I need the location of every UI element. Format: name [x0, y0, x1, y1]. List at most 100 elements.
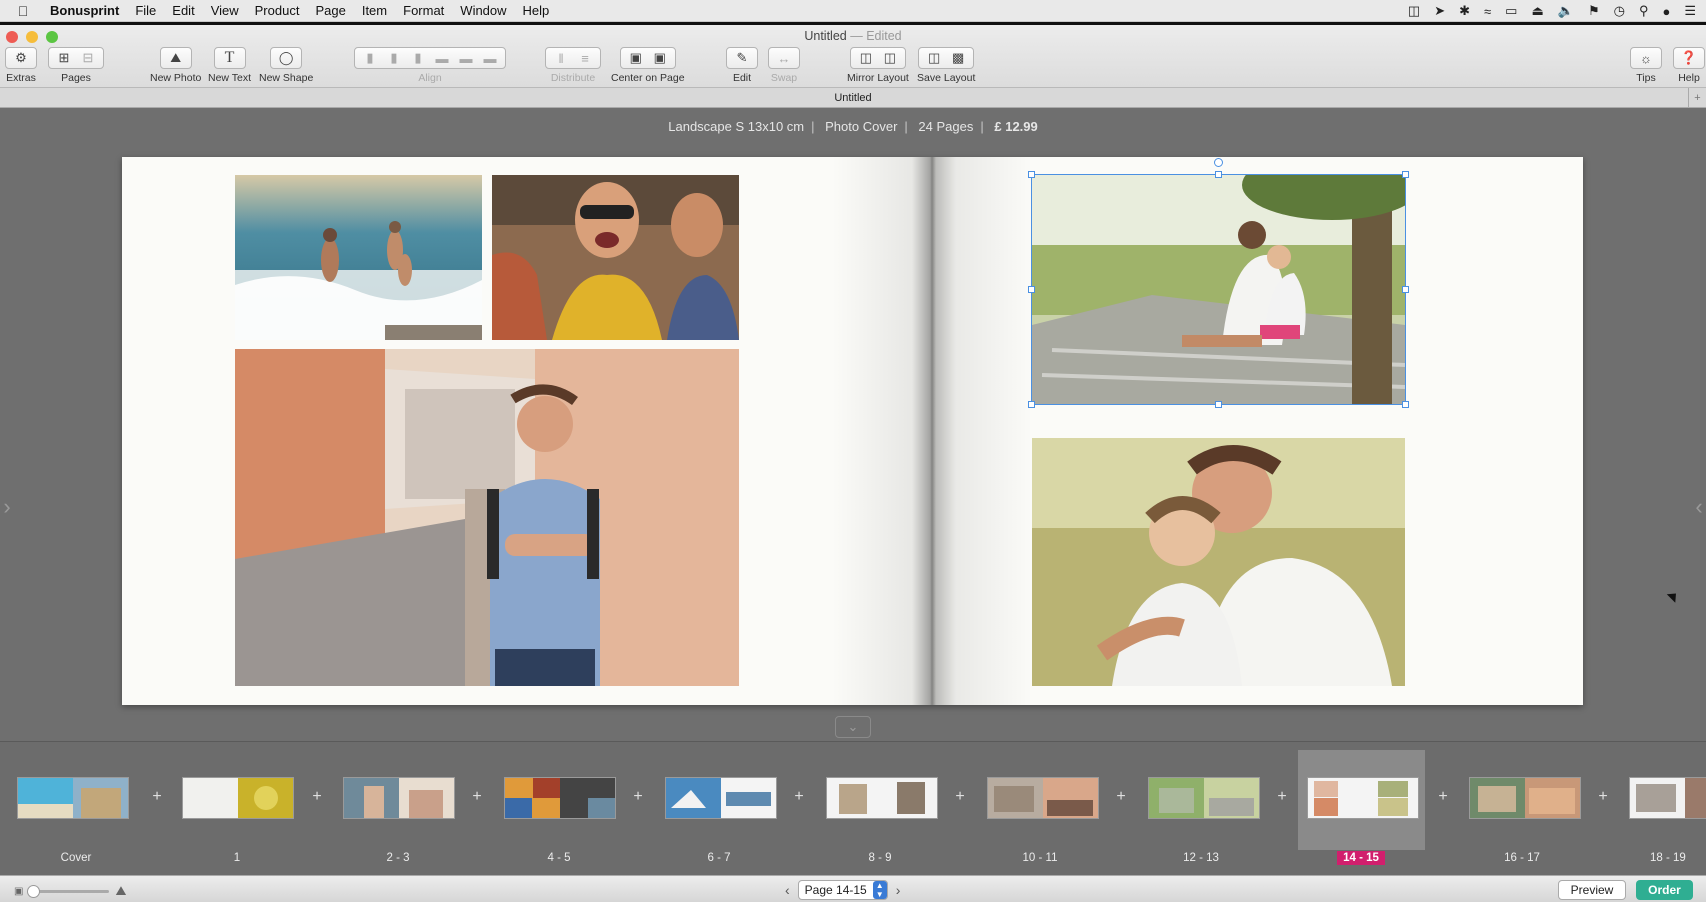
resize-handle-top-right[interactable]: [1402, 171, 1409, 178]
insert-page-button[interactable]: +: [470, 788, 484, 806]
screens-icon[interactable]: ◫: [1408, 3, 1420, 19]
photo-selfie-friends[interactable]: [492, 175, 739, 340]
align-center-icon[interactable]: ▮: [383, 49, 405, 67]
extras-tool[interactable]: ⚙ Extras: [5, 47, 37, 84]
edit-tool[interactable]: ✎ Edit: [726, 47, 758, 84]
thumbnail-pages-18-19[interactable]: [1629, 777, 1706, 819]
remove-page-icon[interactable]: ⊟: [77, 49, 99, 67]
order-button[interactable]: Order: [1636, 880, 1693, 900]
notification-center-icon[interactable]: ☰: [1684, 3, 1696, 19]
thumbnail-pages-4-5[interactable]: [504, 777, 616, 819]
menu-app[interactable]: Bonusprint: [42, 3, 127, 18]
photo-beach-kids[interactable]: [235, 175, 482, 340]
insert-page-button[interactable]: +: [1275, 788, 1289, 806]
insert-page-button[interactable]: +: [1114, 788, 1128, 806]
save-layout-icon[interactable]: ▩: [947, 49, 969, 67]
resize-handle-right[interactable]: [1402, 286, 1409, 293]
resize-handle-bottom[interactable]: [1215, 401, 1222, 408]
thumbnail-pages-2-3[interactable]: [343, 777, 455, 819]
photo-man-street[interactable]: [235, 349, 739, 686]
thumbnail-page-1[interactable]: [182, 777, 294, 819]
align-tool[interactable]: ▮ ▮ ▮ ▬ ▬ ▬ Align: [354, 47, 506, 84]
align-bottom-icon[interactable]: ▬: [479, 49, 501, 67]
flag-icon[interactable]: ⚑: [1588, 3, 1600, 19]
thumbnail-pages-16-17[interactable]: [1469, 777, 1581, 819]
insert-page-button[interactable]: +: [310, 788, 324, 806]
center-vertical-icon[interactable]: ▣: [649, 49, 671, 67]
zoom-slider[interactable]: [27, 884, 110, 898]
wifi-icon[interactable]: ≈: [1484, 4, 1491, 19]
new-tab-button[interactable]: +: [1688, 88, 1706, 108]
page-stepper-icon[interactable]: ▲ ▼: [872, 881, 887, 899]
preview-button[interactable]: Preview: [1558, 880, 1626, 900]
page-select[interactable]: Page 14-15 ▲ ▼: [797, 880, 888, 900]
zoom-slider-knob[interactable]: [27, 884, 41, 898]
insert-page-button[interactable]: +: [150, 788, 164, 806]
bluetooth-icon[interactable]: ✱: [1459, 3, 1470, 19]
selection-frame[interactable]: [1031, 174, 1406, 405]
menu-window[interactable]: Window: [452, 3, 514, 18]
insert-page-button[interactable]: +: [1596, 788, 1610, 806]
distribute-tool[interactable]: ‖ ≡ Distribute: [545, 47, 601, 84]
zoom-out-icon[interactable]: ▣: [14, 886, 23, 897]
volume-icon[interactable]: 🔈: [1558, 3, 1574, 19]
align-left-icon[interactable]: ▮: [359, 49, 381, 67]
collapse-strip-button[interactable]: ⌄: [835, 716, 871, 738]
location-icon[interactable]: ➤: [1434, 3, 1445, 19]
search-icon[interactable]: ⚲: [1639, 3, 1649, 19]
photo-father-kiss[interactable]: [1032, 438, 1405, 686]
new-text-tool[interactable]: T New Text: [208, 47, 251, 84]
siri-icon[interactable]: ●: [1662, 4, 1670, 19]
center-on-page-tool[interactable]: ▣ ▣ Center on Page: [611, 47, 685, 84]
resize-handle-bottom-left[interactable]: [1028, 401, 1035, 408]
mirror-icon[interactable]: ◫: [855, 49, 877, 67]
resize-handle-top-left[interactable]: [1028, 171, 1035, 178]
airplay-icon[interactable]: ▭: [1505, 3, 1517, 19]
insert-page-button[interactable]: +: [1436, 788, 1450, 806]
menu-help[interactable]: Help: [515, 3, 558, 18]
thumbnail-pages-6-7[interactable]: [665, 777, 777, 819]
menu-page[interactable]: Page: [307, 3, 353, 18]
apple-icon[interactable]: : [12, 3, 34, 19]
menu-file[interactable]: File: [127, 3, 164, 18]
menu-product[interactable]: Product: [247, 3, 308, 18]
add-page-icon[interactable]: ⊞: [53, 49, 75, 67]
menu-view[interactable]: View: [203, 3, 247, 18]
swap-tool[interactable]: ↔ Swap: [768, 47, 800, 84]
new-shape-tool[interactable]: ◯ New Shape: [259, 47, 313, 84]
align-middle-icon[interactable]: ▬: [455, 49, 477, 67]
new-photo-tool[interactable]: ⛰ New Photo: [150, 47, 201, 84]
next-spread-arrow[interactable]: ‹: [1692, 490, 1706, 524]
help-tool[interactable]: ❓ Help: [1673, 47, 1705, 84]
tips-tool[interactable]: ☼ Tips: [1630, 47, 1662, 84]
eject-icon[interactable]: ⏏: [1531, 3, 1543, 19]
clock-icon[interactable]: ◷: [1614, 3, 1625, 19]
insert-page-button[interactable]: +: [792, 788, 806, 806]
thumbnail-cover[interactable]: [17, 777, 129, 819]
resize-handle-top[interactable]: [1215, 171, 1222, 178]
layout-icon[interactable]: ◫: [923, 49, 945, 67]
mirror-layout-tool[interactable]: ◫ ◫ Mirror Layout: [847, 47, 909, 84]
menu-format[interactable]: Format: [395, 3, 452, 18]
distribute-vertical-icon[interactable]: ≡: [574, 49, 596, 67]
thumbnail-pages-8-9[interactable]: [826, 777, 938, 819]
mirror-alt-icon[interactable]: ◫: [879, 49, 901, 67]
menu-edit[interactable]: Edit: [164, 3, 202, 18]
center-horizontal-icon[interactable]: ▣: [625, 49, 647, 67]
pages-tool[interactable]: ⊞ ⊟ Pages: [48, 47, 104, 84]
align-top-icon[interactable]: ▬: [431, 49, 453, 67]
align-right-icon[interactable]: ▮: [407, 49, 429, 67]
menu-item[interactable]: Item: [354, 3, 395, 18]
save-layout-tool[interactable]: ◫ ▩ Save Layout: [917, 47, 975, 84]
thumbnail-pages-14-15[interactable]: [1307, 777, 1419, 819]
document-tab[interactable]: Untitled +: [0, 88, 1706, 108]
resize-handle-left[interactable]: [1028, 286, 1035, 293]
previous-page-button[interactable]: ‹: [785, 882, 790, 898]
previous-spread-arrow[interactable]: ›: [0, 490, 14, 524]
thumbnail-pages-12-13[interactable]: [1148, 777, 1260, 819]
next-page-button[interactable]: ›: [896, 882, 901, 898]
insert-page-button[interactable]: +: [953, 788, 967, 806]
resize-handle-bottom-right[interactable]: [1402, 401, 1409, 408]
rotate-handle[interactable]: [1214, 158, 1223, 167]
thumbnail-pages-10-11[interactable]: [987, 777, 1099, 819]
